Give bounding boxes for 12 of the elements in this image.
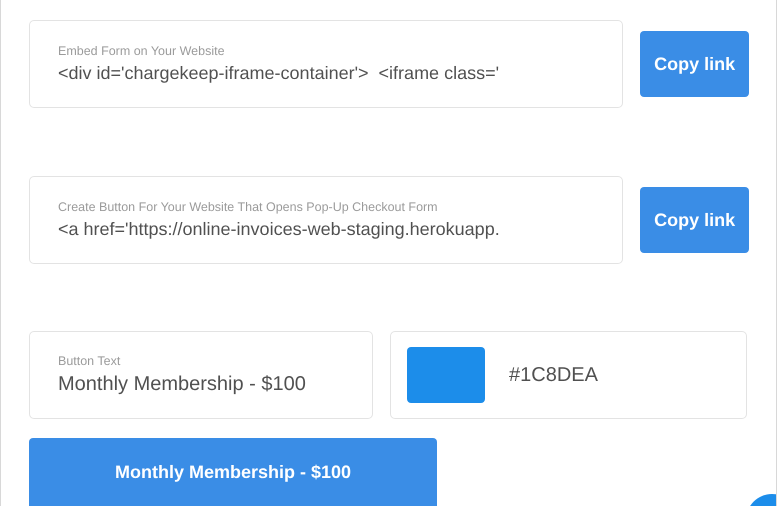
field-value: Monthly Membership - $100 (58, 373, 307, 396)
field-label: Create Button For Your Website That Opens Pop-Up Checkout Form (58, 200, 439, 214)
color-swatch[interactable] (407, 347, 485, 403)
code-field[interactable]: Create Button For Your Website That Opens Pop-Up Checkout Form <a href='https://online-invoices-web-staging.herokuapp. (29, 176, 624, 264)
code-field[interactable]: Embed Form on Your Website <div id='chargekeep-iframe-container'> <iframe class=' (29, 20, 624, 108)
field-value: <a href='https://online-invoices-web-staging.herokuapp. (58, 219, 501, 240)
color-value: #1C8DEA (509, 364, 598, 386)
color-field[interactable]: #1C8DEA (390, 331, 747, 419)
field-label: Embed Form on Your Website (58, 44, 226, 58)
field-value: <div id='chargekeep-iframe-container'> <iframe class=' (58, 63, 500, 84)
field-label: Button Text (58, 354, 122, 368)
button-text-field[interactable]: Button Text Monthly Membership - $100 (29, 331, 373, 419)
